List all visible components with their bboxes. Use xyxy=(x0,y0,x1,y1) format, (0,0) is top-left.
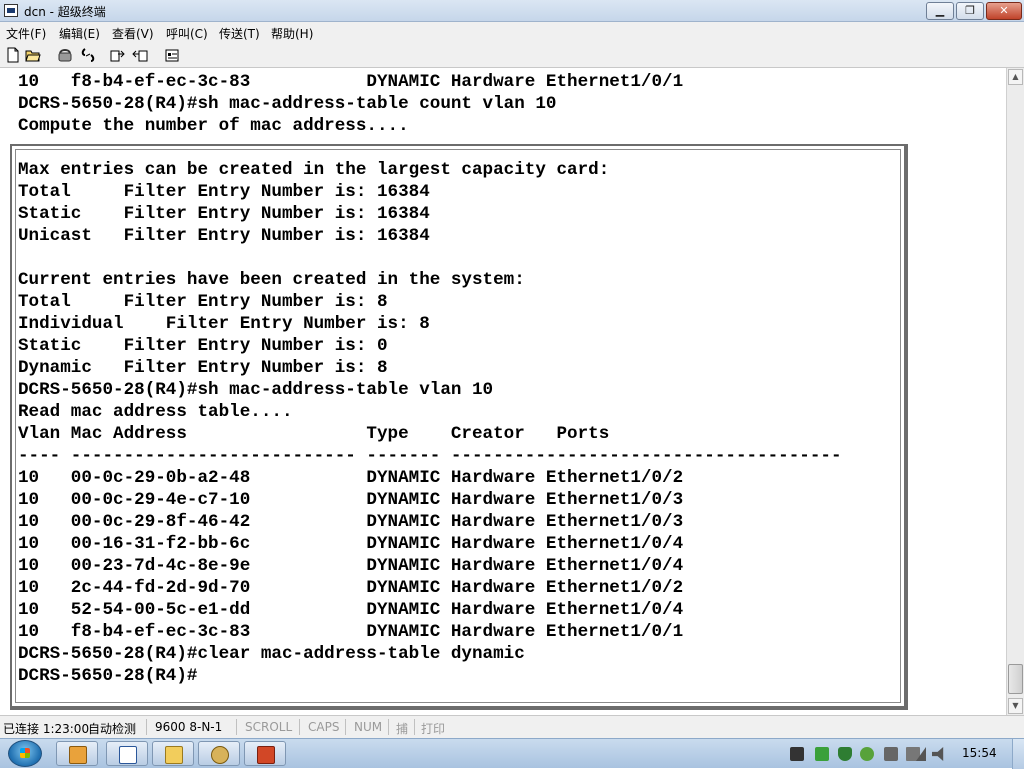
terminal-line: Static Filter Entry Number is: 0 xyxy=(18,336,388,356)
status-print: 打印 xyxy=(421,722,446,736)
terminal-line: 10 00-0c-29-8f-46-42 DYNAMIC Hardware Et… xyxy=(18,512,684,532)
disconnect-icon[interactable] xyxy=(80,47,96,63)
new-file-icon[interactable] xyxy=(5,47,21,63)
scrollbar-thumb[interactable] xyxy=(1008,664,1023,694)
start-button-icon[interactable] xyxy=(8,740,42,767)
terminal-line: 10 f8-b4-ef-ec-3c-83 DYNAMIC Hardware Et… xyxy=(18,622,684,642)
terminal-line: Read mac address table.... xyxy=(18,402,293,422)
terminal-line: ---- --------------------------- -------… xyxy=(18,446,842,466)
terminal-line: Vlan Mac Address Type Creator Ports xyxy=(18,424,610,444)
folder-app-icon xyxy=(165,746,183,764)
menu-bar: 文件(F) 编辑(E) 查看(V) 呼叫(C) 传送(T) 帮助(H) xyxy=(0,22,1024,42)
terminal-output: 10 f8-b4-ef-ec-3c-83 DYNAMIC Hardware Et… xyxy=(18,71,842,687)
terminal-line: DCRS-5650-28(R4)#sh mac-address-table co… xyxy=(18,94,557,114)
explorer-app-icon xyxy=(69,746,87,764)
scroll-up-arrow-icon[interactable]: ▲ xyxy=(1008,69,1023,85)
terminal-line: 10 00-23-7d-4c-8e-9e DYNAMIC Hardware Et… xyxy=(18,556,684,576)
taskbar-clock[interactable]: 15:54 xyxy=(962,746,997,760)
volume-icon[interactable] xyxy=(932,747,944,761)
taskbar-package[interactable] xyxy=(198,741,240,766)
terminal-screen[interactable]: 10 f8-b4-ef-ec-3c-83 DYNAMIC Hardware Et… xyxy=(0,68,1006,715)
chat-icon[interactable] xyxy=(860,747,874,761)
package-app-icon xyxy=(211,746,229,764)
send-file-icon[interactable] xyxy=(110,47,126,63)
close-button[interactable]: ✕ xyxy=(986,2,1022,20)
title-bar[interactable]: dcn - 超级终端 ▁ ❐ ✕ xyxy=(0,0,1024,22)
terminal-line: 10 00-0c-29-0b-a2-48 DYNAMIC Hardware Et… xyxy=(18,468,684,488)
terminal-app-icon[interactable] xyxy=(4,4,18,17)
terminal-line: 10 00-0c-29-4e-c7-10 DYNAMIC Hardware Et… xyxy=(18,490,684,510)
minimize-button[interactable]: ▁ xyxy=(926,2,954,20)
taskbar-folder[interactable] xyxy=(152,741,194,766)
terminal-line: DCRS-5650-28(R4)# xyxy=(18,666,198,686)
network-device-icon[interactable] xyxy=(790,747,804,761)
terminal-line: Individual Filter Entry Number is: 8 xyxy=(18,314,430,334)
terminal-line: Static Filter Entry Number is: 16384 xyxy=(18,204,430,224)
taskbar-explorer[interactable] xyxy=(56,741,98,766)
status-bar: 已连接 1:23:00 自动检测 9600 8-N-1 SCROLL CAPS … xyxy=(0,715,1024,738)
receive-file-icon[interactable] xyxy=(132,47,148,63)
terminal-line: 10 f8-b4-ef-ec-3c-83 DYNAMIC Hardware Et… xyxy=(18,72,684,92)
taskbar-word[interactable] xyxy=(106,741,148,766)
terminal-line: Unicast Filter Entry Number is: 16384 xyxy=(18,226,430,246)
menu-call[interactable]: 呼叫(C) xyxy=(166,25,208,42)
terminal-line: Current entries have been created in the… xyxy=(18,270,525,290)
window-title: dcn - 超级终端 xyxy=(24,5,106,19)
terminal-line: Compute the number of mac address.... xyxy=(18,116,409,136)
status-num: NUM xyxy=(354,720,383,734)
open-folder-icon[interactable] xyxy=(25,47,41,63)
maximize-button[interactable]: ❐ xyxy=(956,2,984,20)
usb-icon[interactable] xyxy=(884,747,898,761)
terminal-line: DCRS-5650-28(R4)#clear mac-address-table… xyxy=(18,644,525,664)
status-capture: 捕 xyxy=(396,722,409,736)
terminal-line: Max entries can be created in the larges… xyxy=(18,160,610,180)
taskbar: 15:54 xyxy=(0,738,1024,769)
powerpoint-app-icon xyxy=(257,746,275,764)
phone-connect-icon[interactable] xyxy=(57,47,73,63)
status-connection: 已连接 1:23:00 xyxy=(3,722,90,736)
menu-help[interactable]: 帮助(H) xyxy=(271,25,313,42)
menu-edit[interactable]: 编辑(E) xyxy=(59,25,100,42)
terminal-line: DCRS-5650-28(R4)#sh mac-address-table vl… xyxy=(18,380,494,400)
taskbar-powerpoint[interactable] xyxy=(244,741,286,766)
terminal-line: Total Filter Entry Number is: 8 xyxy=(18,292,388,312)
menu-view[interactable]: 查看(V) xyxy=(112,25,154,42)
status-detect: 自动检测 xyxy=(88,722,137,736)
scroll-down-arrow-icon[interactable]: ▼ xyxy=(1008,698,1023,714)
battery-icon[interactable] xyxy=(815,747,829,761)
status-scroll: SCROLL xyxy=(245,720,293,734)
menu-transfer[interactable]: 传送(T) xyxy=(219,25,260,42)
show-desktop-button[interactable] xyxy=(1012,739,1024,769)
status-caps: CAPS xyxy=(308,720,340,734)
toolbar xyxy=(0,42,1024,68)
vertical-scrollbar[interactable]: ▲ ▼ xyxy=(1006,68,1024,715)
word-app-icon xyxy=(119,746,137,764)
terminal-line: Total Filter Entry Number is: 16384 xyxy=(18,182,430,202)
terminal-line: 10 00-16-31-f2-bb-6c DYNAMIC Hardware Et… xyxy=(18,534,684,554)
terminal-line: 10 2c-44-fd-2d-9d-70 DYNAMIC Hardware Et… xyxy=(18,578,684,598)
properties-icon[interactable] xyxy=(164,47,180,63)
menu-file[interactable]: 文件(F) xyxy=(6,25,46,42)
terminal-line: Dynamic Filter Entry Number is: 8 xyxy=(18,358,388,378)
shield-icon[interactable] xyxy=(838,747,852,761)
terminal-line: 10 52-54-00-5c-e1-dd DYNAMIC Hardware Et… xyxy=(18,600,684,620)
status-baud: 9600 8-N-1 xyxy=(155,720,223,734)
